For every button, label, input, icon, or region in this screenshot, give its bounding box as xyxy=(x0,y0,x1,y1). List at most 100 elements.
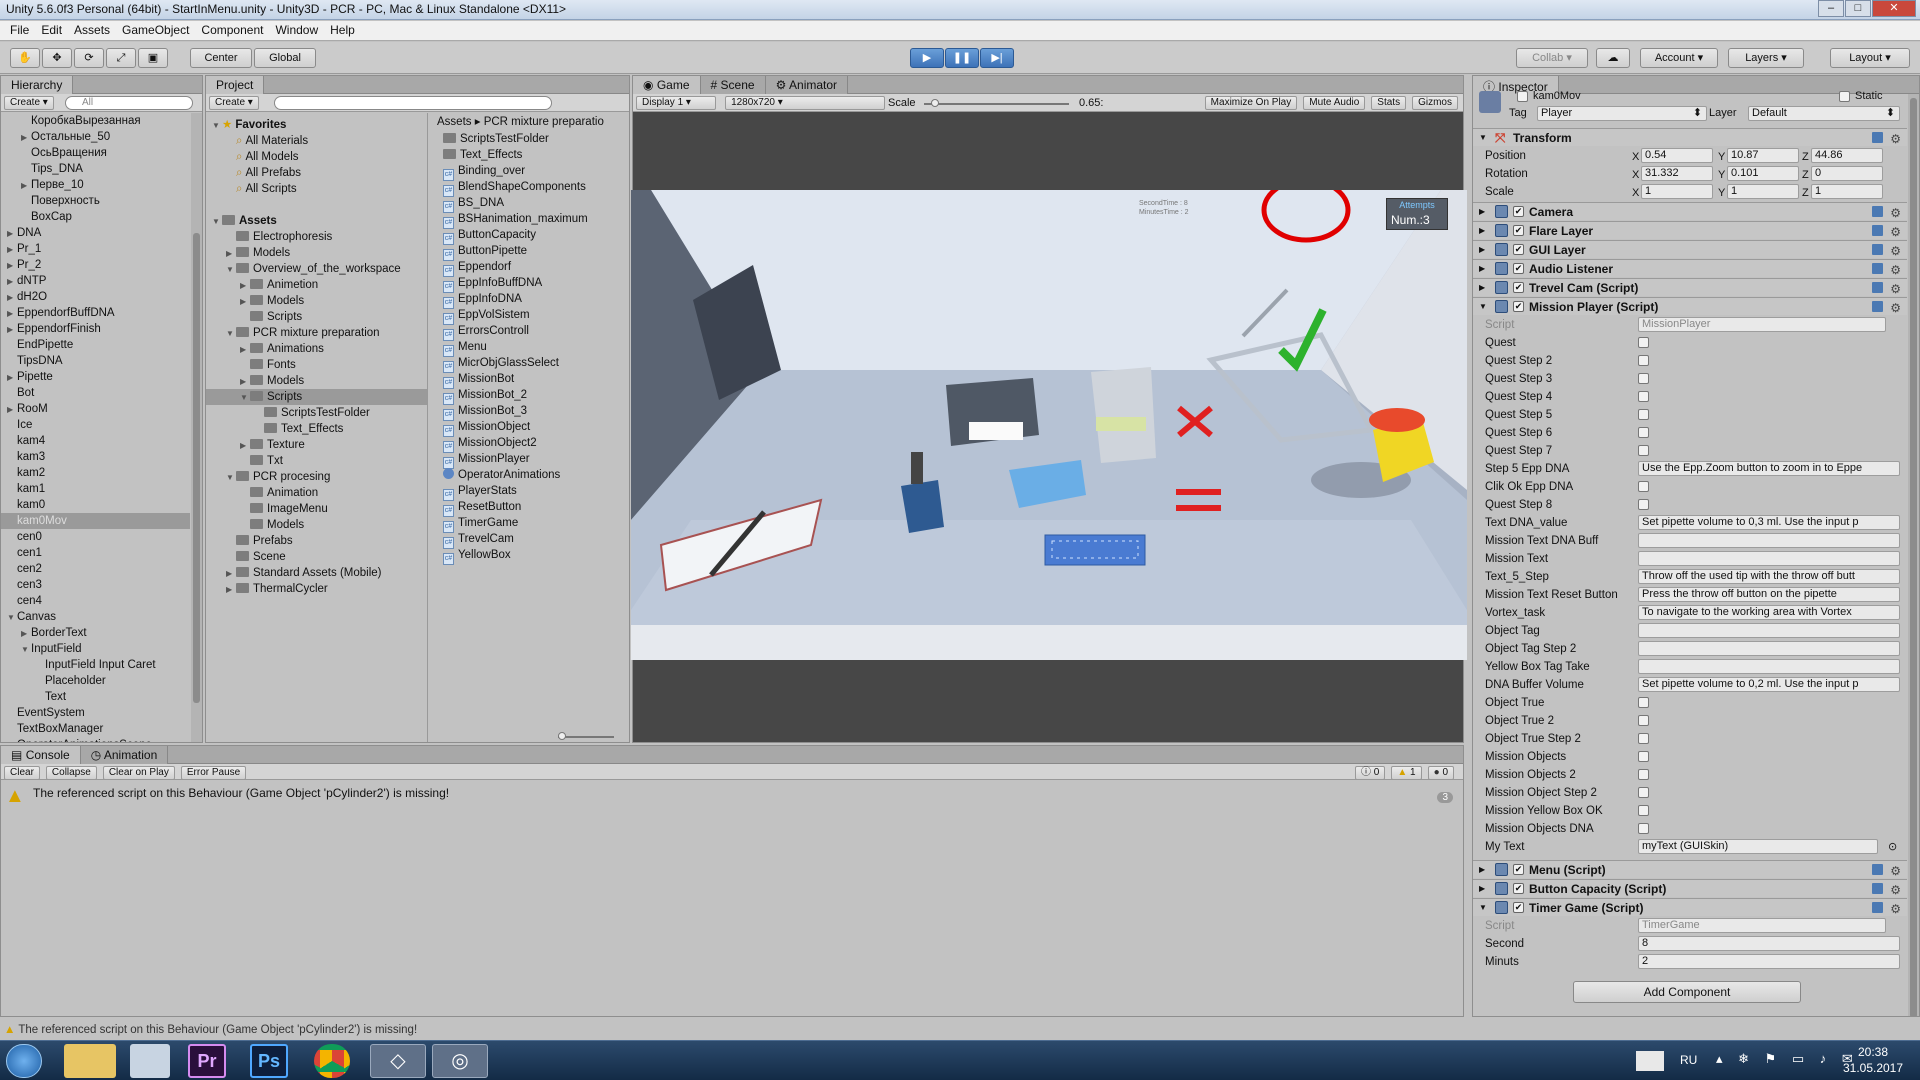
help-book-icon[interactable] xyxy=(1872,301,1883,312)
help-book-icon[interactable] xyxy=(1872,864,1883,875)
hierarchy-item[interactable]: InputField Input Caret xyxy=(1,657,190,673)
menu-help[interactable]: Help xyxy=(324,21,361,40)
transform-rotation-x-field[interactable]: 31.332 xyxy=(1641,166,1713,181)
project-file-item[interactable]: OperatorAnimations xyxy=(431,467,629,483)
expanded-arrow-icon[interactable]: ▼ xyxy=(240,390,250,406)
collapsed-arrow-icon[interactable]: ▶ xyxy=(7,258,17,274)
explorer-icon[interactable] xyxy=(64,1044,116,1078)
help-book-icon[interactable] xyxy=(1872,206,1883,217)
field-checkbox[interactable] xyxy=(1638,769,1649,780)
project-tree-item[interactable]: Fonts xyxy=(206,357,427,373)
collapsed-arrow-icon[interactable]: ▶ xyxy=(1479,241,1485,259)
gear-icon[interactable]: ⚙ xyxy=(1890,130,1901,148)
tray-pen-icon[interactable] xyxy=(1636,1051,1664,1071)
console-info-toggle[interactable]: ⓘ 0 xyxy=(1355,766,1386,780)
hierarchy-item[interactable]: TipsDNA xyxy=(1,353,190,369)
field-checkbox[interactable] xyxy=(1638,337,1649,348)
component-header-mission-player[interactable]: ▼ ✔ Mission Player (Script) ⚙ xyxy=(1473,297,1907,315)
project-file-item[interactable]: c# Menu xyxy=(431,339,629,357)
unity-hub-icon[interactable]: ◎ xyxy=(432,1044,488,1078)
hierarchy-item[interactable]: EndPipette xyxy=(1,337,190,353)
text-field[interactable]: Set pipette volume to 0,2 ml. Use the in… xyxy=(1638,677,1900,692)
hierarchy-item[interactable]: ▶ DNA xyxy=(1,225,190,241)
project-tree-item[interactable]: Scripts xyxy=(206,309,427,325)
collapsed-arrow-icon[interactable]: ▶ xyxy=(240,278,250,294)
collapsed-arrow-icon[interactable]: ▶ xyxy=(7,322,17,338)
step-button[interactable]: ▶| xyxy=(980,48,1014,68)
console-clear-on-play-toggle[interactable]: Clear on Play xyxy=(102,766,175,780)
collapsed-arrow-icon[interactable]: ▶ xyxy=(240,438,250,454)
hierarchy-item[interactable]: cen4 xyxy=(1,593,190,609)
project-file-item[interactable]: c# ResetButton xyxy=(431,499,629,517)
hierarchy-search-input[interactable]: All xyxy=(65,96,193,110)
text-field[interactable] xyxy=(1638,533,1900,548)
stats-toggle[interactable]: Stats xyxy=(1371,96,1407,110)
text-field[interactable] xyxy=(1638,659,1900,674)
collapsed-arrow-icon[interactable]: ▶ xyxy=(1479,279,1485,297)
field-checkbox[interactable] xyxy=(1638,373,1649,384)
project-tree-item[interactable]: ▶ Animetion xyxy=(206,277,427,293)
hierarchy-item[interactable]: ▶ Pr_1 xyxy=(1,241,190,257)
collapsed-arrow-icon[interactable]: ▶ xyxy=(7,274,17,290)
transform-rotation-y-field[interactable]: 0.101 xyxy=(1727,166,1799,181)
help-book-icon[interactable] xyxy=(1872,225,1883,236)
project-file-item[interactable]: c# TrevelCam xyxy=(431,531,629,549)
mute-audio-toggle[interactable]: Mute Audio xyxy=(1303,96,1366,110)
text-field[interactable] xyxy=(1638,551,1900,566)
menu-gameobject[interactable]: GameObject xyxy=(116,21,195,40)
field-checkbox[interactable] xyxy=(1638,481,1649,492)
component-enabled-checkbox[interactable]: ✔ xyxy=(1513,244,1524,255)
hierarchy-item[interactable]: cen2 xyxy=(1,561,190,577)
component-enabled-checkbox[interactable]: ✔ xyxy=(1513,902,1524,913)
hierarchy-item[interactable]: ▶ Pipette xyxy=(1,369,190,385)
hierarchy-item[interactable]: ▶ RooM xyxy=(1,401,190,417)
expanded-arrow-icon[interactable]: ▼ xyxy=(7,610,17,626)
hierarchy-item[interactable]: Placeholder xyxy=(1,673,190,689)
text-field[interactable] xyxy=(1638,623,1900,638)
calculator-icon[interactable] xyxy=(130,1044,170,1078)
gear-icon[interactable]: ⚙ xyxy=(1890,862,1901,880)
project-tree-item[interactable]: Prefabs xyxy=(206,533,427,549)
hierarchy-item[interactable]: ▶ BorderText xyxy=(1,625,190,641)
project-file-item[interactable]: c# ButtonCapacity xyxy=(431,227,629,245)
expanded-arrow-icon[interactable]: ▼ xyxy=(212,214,222,230)
transform-position-z-field[interactable]: 44.86 xyxy=(1811,148,1883,163)
tab-hierarchy[interactable]: Hierarchy xyxy=(1,76,74,94)
project-tree-item[interactable]: Txt xyxy=(206,453,427,469)
project-file-item[interactable]: c# BS_DNA xyxy=(431,195,629,213)
hierarchy-item[interactable]: cen3 xyxy=(1,577,190,593)
help-book-icon[interactable] xyxy=(1872,244,1883,255)
project-tree-item[interactable]: Scene xyxy=(206,549,427,565)
hierarchy-item[interactable]: ▶ dH2O xyxy=(1,289,190,305)
console-warning-toggle[interactable]: ▲ 1 xyxy=(1391,766,1422,780)
collapsed-arrow-icon[interactable]: ▶ xyxy=(7,370,17,386)
project-tree-item[interactable]: ▶ Animations xyxy=(206,341,427,357)
gear-icon[interactable]: ⚙ xyxy=(1890,261,1901,279)
project-file-item[interactable]: c# MissionBot xyxy=(431,371,629,389)
rotate-tool-button[interactable]: ⟳ xyxy=(74,48,104,68)
project-tree-item[interactable]: ▼ PCR procesing xyxy=(206,469,427,485)
project-file-item[interactable]: c# BlendShapeComponents xyxy=(431,179,629,197)
transform-position-y-field[interactable]: 10.87 xyxy=(1727,148,1799,163)
project-file-item[interactable]: c# MissionBot_3 xyxy=(431,403,629,421)
resolution-dropdown[interactable]: 1280x720 ▾ xyxy=(725,96,886,110)
project-tree-item[interactable]: ▶ Models xyxy=(206,293,427,309)
photoshop-icon[interactable]: Ps xyxy=(250,1044,288,1078)
component-header-gui-layer[interactable]: ▶ ✔ GUI Layer ⚙ xyxy=(1473,240,1907,258)
text-field[interactable]: Set pipette volume to 0,3 ml. Use the in… xyxy=(1638,515,1900,530)
project-file-item[interactable]: c# EppInfoBuffDNA xyxy=(431,275,629,293)
hierarchy-item[interactable]: КоробкаВырезанная xyxy=(1,113,190,129)
project-tree-item[interactable]: ▶ ThermalCycler xyxy=(206,581,427,597)
collapsed-arrow-icon[interactable]: ▶ xyxy=(226,582,236,598)
hierarchy-item[interactable]: Поверхность xyxy=(1,193,190,209)
console-clear-button[interactable]: Clear xyxy=(4,766,40,780)
collapsed-arrow-icon[interactable]: ▶ xyxy=(1479,203,1485,221)
collapsed-arrow-icon[interactable]: ▶ xyxy=(240,374,250,390)
text-field[interactable] xyxy=(1638,641,1900,656)
hierarchy-scrollbar[interactable] xyxy=(191,113,202,742)
pause-button[interactable]: ❚❚ xyxy=(945,48,979,68)
hierarchy-item[interactable]: ▶ Pr_2 xyxy=(1,257,190,273)
rect-tool-button[interactable]: ▣ xyxy=(138,48,168,68)
move-tool-button[interactable]: ✥ xyxy=(42,48,72,68)
field-checkbox[interactable] xyxy=(1638,499,1649,510)
